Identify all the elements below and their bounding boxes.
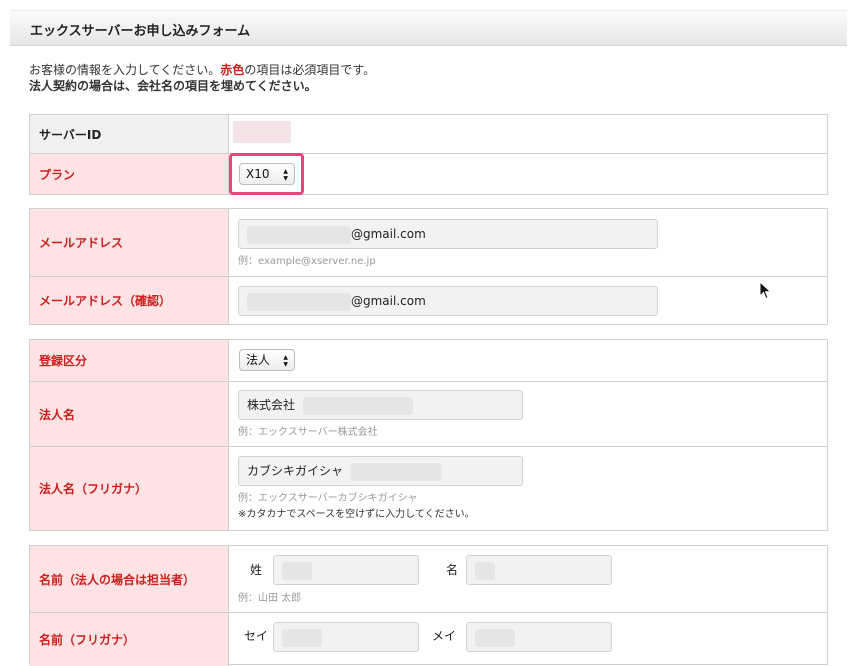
- name-row: 名前（法人の場合は担当者） 姓 名 例：山田 太郎: [30, 546, 827, 612]
- form-header: エックスサーバーお申し込みフォーム: [10, 10, 847, 46]
- registration-section: 登録区分 法人 ▲ ▼ 法人名 株式会社 例：エックスサーバー株式会社 法人名（フリ…: [29, 339, 828, 531]
- email-redacted: [247, 225, 351, 244]
- mouse-pointer-icon: [759, 281, 772, 300]
- name-label: 名前（法人の場合は担当者）: [30, 546, 229, 612]
- name-kana-row: 名前（フリガナ） セイ メイ: [30, 612, 827, 666]
- plan-label: プラン: [30, 154, 229, 194]
- reg-type-row: 登録区分 法人 ▲ ▼: [30, 340, 827, 381]
- sei-kana-redacted: [282, 628, 322, 647]
- select-arrows-icon: ▲ ▼: [283, 168, 288, 182]
- email-confirm-redacted: [247, 292, 351, 311]
- intro-line2: 法人契約の場合は、会社名の項目を埋めてください。: [29, 79, 317, 93]
- corp-name-input[interactable]: 株式会社: [238, 390, 523, 420]
- email-section: メールアドレス @gmail.com 例：example@xserver.ne.…: [29, 208, 828, 325]
- mei-label: 名: [446, 563, 459, 577]
- email-row: メールアドレス @gmail.com 例：example@xserver.ne.…: [30, 209, 827, 276]
- corp-kana-label: 法人名（フリガナ）: [30, 447, 229, 530]
- corp-kana-note: ※カタカナでスペースを空けずに入力してください。: [238, 509, 475, 520]
- corp-name-value: 株式会社: [247, 398, 296, 412]
- corp-name-label: 法人名: [30, 382, 229, 446]
- corp-name-redacted: [303, 396, 414, 415]
- email-confirm-input[interactable]: @gmail.com: [238, 286, 658, 316]
- email-value-suffix: @gmail.com: [351, 227, 426, 241]
- intro-text: お客様の情報を入力してください。赤色の項目は必須項目です。 法人契約の場合は、会…: [29, 62, 375, 94]
- email-confirm-row: メールアドレス（確認） @gmail.com: [30, 276, 827, 324]
- plan-select[interactable]: X10 ▲ ▼: [239, 163, 295, 185]
- email-hint: 例：example@xserver.ne.jp: [238, 256, 376, 267]
- intro-required-word: 赤色: [220, 63, 245, 77]
- corp-kana-input[interactable]: カブシキガイシャ: [238, 456, 523, 486]
- server-id-row: サーバーID: [30, 115, 827, 153]
- server-id-label: サーバーID: [30, 115, 229, 153]
- reg-type-value: 法人: [246, 353, 271, 367]
- server-section: サーバーID プラン X10 ▲ ▼: [29, 114, 828, 195]
- email-confirm-suffix: @gmail.com: [351, 294, 426, 308]
- select-arrows-icon: ▲ ▼: [283, 354, 288, 368]
- sei-kana-label: セイ: [244, 629, 269, 643]
- corp-name-row: 法人名 株式会社 例：エックスサーバー株式会社: [30, 381, 827, 446]
- corp-name-hint: 例：エックスサーバー株式会社: [238, 427, 378, 438]
- name-hint: 例：山田 太郎: [238, 593, 302, 604]
- server-id-value: [233, 121, 291, 143]
- mei-input[interactable]: [466, 555, 612, 585]
- plan-select-value: X10: [246, 167, 270, 181]
- corp-kana-value: カブシキガイシャ: [247, 464, 344, 478]
- intro-part2: の項目は必須項目です。: [244, 63, 376, 77]
- sei-redacted: [282, 561, 312, 580]
- corp-kana-redacted: [351, 462, 442, 481]
- intro-part1: お客様の情報を入力してください。: [29, 63, 221, 77]
- mei-redacted: [475, 561, 495, 580]
- email-confirm-label: メールアドレス（確認）: [30, 277, 229, 324]
- sei-label: 姓: [250, 563, 263, 577]
- email-input[interactable]: @gmail.com: [238, 219, 658, 249]
- form-title: エックスサーバーお申し込みフォーム: [30, 24, 251, 39]
- mei-kana-redacted: [475, 628, 515, 647]
- reg-type-label: 登録区分: [30, 340, 229, 381]
- mei-kana-label: メイ: [432, 629, 457, 643]
- reg-type-select[interactable]: 法人 ▲ ▼: [239, 349, 295, 371]
- sei-input[interactable]: [273, 555, 419, 585]
- plan-row: プラン X10 ▲ ▼: [30, 153, 827, 195]
- person-section: 名前（法人の場合は担当者） 姓 名 例：山田 太郎 名前（フリガナ） セイ メイ: [29, 545, 828, 666]
- name-kana-label: 名前（フリガナ）: [30, 613, 229, 666]
- corp-kana-row: 法人名（フリガナ） カブシキガイシャ 例：エックスサーバーカブシキガイシャ ※カ…: [30, 446, 827, 530]
- corp-kana-hint: 例：エックスサーバーカブシキガイシャ: [238, 493, 418, 504]
- email-label: メールアドレス: [30, 209, 229, 276]
